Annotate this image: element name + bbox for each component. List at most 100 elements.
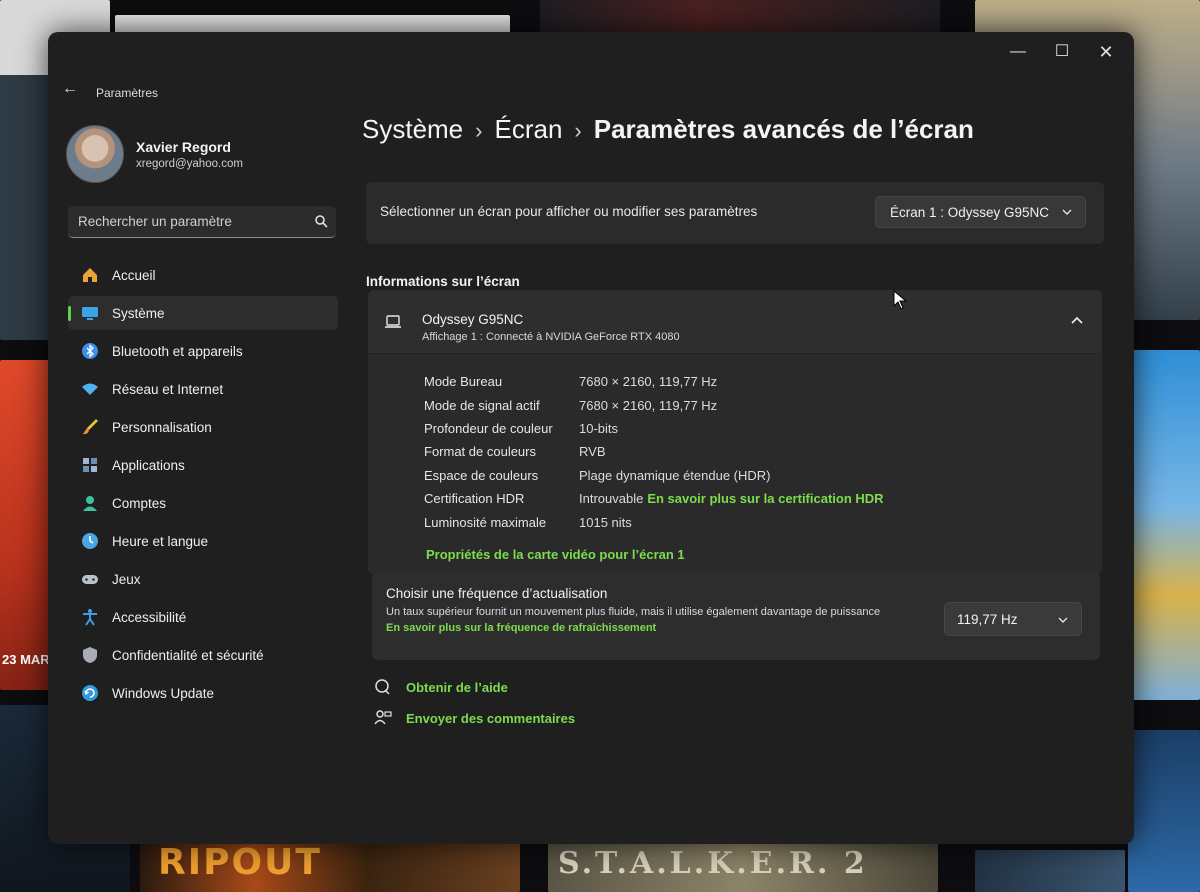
wallpaper-tile-bottom-right [975, 850, 1125, 892]
info-row: Profondeur de couleur 10-bits [424, 417, 884, 440]
search-input[interactable] [68, 206, 298, 237]
info-value: Plage dynamique étendue (HDR) [579, 467, 771, 483]
chevron-down-icon [1058, 617, 1068, 623]
info-row: Mode de signal actif 7680 × 2160, 119,77… [424, 393, 884, 416]
home-icon [83, 268, 97, 282]
sidebar-item-reseau[interactable]: Réseau et Internet [68, 372, 338, 406]
sidebar-item-label: Applications [112, 457, 185, 473]
maximize-button[interactable]: ☐ [1042, 38, 1082, 66]
sidebar-item-label: Confidentialité et sécurité [112, 647, 264, 663]
wallpaper-tile-flight [1128, 350, 1200, 700]
ripout-logo-text: RIPOUT [158, 842, 322, 883]
info-value: Introuvable [579, 491, 644, 507]
info-value: 7680 × 2160, 119,77 Hz [579, 397, 718, 413]
user-name: Xavier Regord [136, 139, 231, 155]
sidebar-item-personnalisation[interactable]: Personnalisation [68, 410, 338, 444]
refresh-rate-value: 119,77 Hz [957, 612, 1018, 627]
display-info-rows: Mode Bureau 7680 × 2160, 119,77 Hz Mode … [424, 370, 884, 534]
mouse-cursor-icon [893, 290, 907, 310]
info-value: 10-bits [579, 420, 619, 436]
get-help-row[interactable]: Obtenir de l’aide [374, 678, 508, 696]
search-icon[interactable] [314, 214, 328, 228]
sidebar-item-accueil[interactable]: Accueil [68, 258, 338, 292]
wifi-icon [82, 383, 98, 395]
video-card-properties-link[interactable]: Propriétés de la carte vidéo pour l’écra… [426, 547, 685, 562]
info-key: Espace de couleurs [424, 467, 539, 483]
refresh-rate-title: Choisir une fréquence d’actualisation [386, 586, 608, 601]
info-row: Luminosité maximale 1015 nits [424, 510, 884, 533]
sidebar-item-label: Comptes [112, 495, 167, 511]
app-title: Paramètres [96, 86, 159, 100]
brush-icon [83, 419, 98, 435]
sidebar-item-windows-update[interactable]: Windows Update [68, 676, 338, 710]
monitor-connection: Affichage 1 : Connecté à NVIDIA GeForce … [422, 331, 680, 343]
stalker-logo-text: S.T.A.L.K.E.R. 2 [558, 846, 868, 881]
breadcrumb-item-ecran[interactable]: Écran [494, 114, 562, 144]
sidebar-item-applications[interactable]: Applications [68, 448, 338, 482]
info-value: 1015 nits [579, 514, 632, 530]
display-dropdown[interactable]: Écran 1 : Odyssey G95NC [874, 196, 1086, 228]
bluetooth-icon [82, 343, 98, 359]
back-arrow-icon[interactable]: ← [62, 80, 80, 98]
info-key: Profondeur de couleur [424, 420, 553, 436]
refresh-rate-description: Un taux supérieur fournit un mouvement p… [386, 606, 881, 618]
sidebar-item-jeux[interactable]: Jeux [68, 562, 338, 596]
gamepad-icon [82, 575, 98, 584]
apps-icon [83, 458, 97, 472]
sidebar-item-label: Bluetooth et appareils [112, 343, 243, 359]
accounts-icon [83, 496, 97, 511]
sidebar-item-label: Personnalisation [112, 419, 212, 435]
search-box [68, 206, 336, 238]
feedback-row[interactable]: Envoyer des commentaires [374, 709, 575, 727]
breadcrumb-item-systeme[interactable]: Système [362, 114, 463, 144]
refresh-rate-link[interactable]: En savoir plus sur la fréquence de rafra… [386, 622, 656, 634]
title-bar [48, 32, 1134, 80]
update-icon [82, 685, 98, 701]
sidebar-item-confidentialite[interactable]: Confidentialité et sécurité [68, 638, 338, 672]
info-row: Espace de couleurs Plage dynamique étend… [424, 464, 884, 487]
sidebar-item-label: Accueil [112, 267, 156, 283]
info-row: Mode Bureau 7680 × 2160, 119,77 Hz [424, 370, 884, 393]
get-help-link[interactable]: Obtenir de l’aide [406, 680, 508, 695]
sidebar-item-bluetooth[interactable]: Bluetooth et appareils [68, 334, 338, 368]
chevron-up-icon[interactable] [1070, 314, 1084, 328]
display-select-card: Sélectionner un écran pour afficher ou m… [366, 182, 1104, 244]
breadcrumb-chevron-icon: › [475, 118, 483, 143]
display-dropdown-value: Écran 1 : Odyssey G95NC [889, 204, 1049, 220]
sidebar-nav: Accueil Système Bluetooth et appareils R… [68, 258, 338, 714]
sidebar-item-heure[interactable]: Heure et langue [68, 524, 338, 558]
info-key: Format de couleurs [424, 444, 536, 460]
system-icon [82, 307, 98, 320]
page-title: Paramètres avancés de l’écran [593, 114, 974, 144]
close-button[interactable]: ✕ [1086, 38, 1126, 66]
hdr-certification-link[interactable]: En savoir plus sur la certification HDR [647, 491, 883, 506]
display-info-heading: Informations sur l’écran [366, 274, 520, 289]
sidebar-item-label: Windows Update [112, 685, 215, 701]
time-language-icon [82, 533, 98, 549]
chevron-down-icon [1062, 209, 1072, 215]
refresh-rate-dropdown[interactable]: 119,77 Hz [944, 602, 1082, 636]
feedback-icon [374, 710, 392, 725]
sidebar-item-comptes[interactable]: Comptes [68, 486, 338, 520]
avatar[interactable] [66, 125, 124, 183]
monitor-name: Odyssey G95NC [422, 312, 524, 327]
wallpaper-tile-ripout: RIPOUT [140, 840, 520, 892]
display-info-header[interactable]: Odyssey G95NC Affichage 1 : Connecté à N… [368, 290, 1102, 354]
sidebar-item-systeme[interactable]: Système [68, 296, 338, 330]
wallpaper-tile-stalker: S.T.A.L.K.E.R. 2 [548, 840, 938, 892]
minimize-button[interactable]: — [998, 38, 1038, 66]
sidebar-item-label: Heure et langue [112, 533, 209, 549]
feedback-link[interactable]: Envoyer des commentaires [406, 711, 575, 726]
display-select-label: Sélectionner un écran pour afficher ou m… [380, 204, 758, 219]
user-email: xregord@yahoo.com [136, 158, 243, 170]
help-chat-icon [375, 679, 390, 695]
info-value: RVB [579, 444, 606, 460]
info-key: Mode Bureau [424, 374, 503, 390]
info-row: Format de couleurs RVB [424, 440, 884, 463]
shield-icon [83, 647, 97, 663]
display-info-card: Odyssey G95NC Affichage 1 : Connecté à N… [368, 290, 1102, 574]
sidebar-item-accessibilite[interactable]: Accessibilité [68, 600, 338, 634]
sidebar-item-label: Jeux [112, 571, 141, 587]
wallpaper-tile-blue [1128, 730, 1200, 892]
breadcrumb: Système › Écran › Paramètres avancés de l’éc… [362, 114, 974, 145]
